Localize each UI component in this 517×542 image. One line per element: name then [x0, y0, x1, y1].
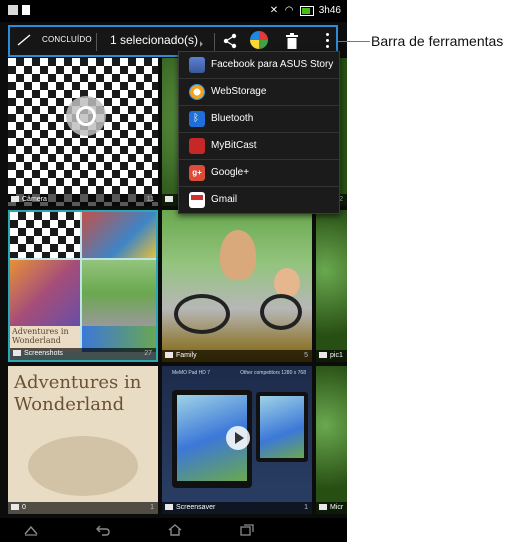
bluetooth-icon: [189, 106, 205, 132]
camera-small-icon: [11, 196, 19, 203]
folder-icon: [319, 504, 327, 511]
back-icon[interactable]: [24, 524, 38, 536]
menu-item-label: Gmail: [211, 194, 238, 205]
menu-item-label: Facebook para ASUS Story: [211, 59, 334, 70]
share-menu: Facebook para ASUS Story WebStorage Blue…: [178, 51, 340, 214]
thumbnail-caption: Adventures in Wonderland: [14, 372, 142, 415]
menu-item-label: Google+: [211, 167, 250, 178]
photo-bike-wheel: [260, 294, 302, 330]
google-plus-icon: g+: [189, 165, 205, 181]
navigation-bar: [0, 518, 347, 542]
tablet-illustration: [256, 392, 308, 462]
folder-icon: [11, 504, 19, 511]
gmail-icon: [189, 192, 205, 208]
status-time: 3h46: [318, 5, 341, 16]
folder-icon: [165, 196, 173, 203]
thumbnail-illustration: [28, 436, 138, 496]
screenshot-preview: [82, 212, 156, 258]
battery-icon: [299, 5, 314, 16]
folder-icon: [165, 352, 173, 359]
overflow-menu-icon[interactable]: [326, 33, 330, 49]
no-sim-icon: ✕: [269, 4, 279, 16]
album-thumbnail-screensaver[interactable]: MeMO Pad HD 7 Other competitors 1280 x 7…: [162, 366, 312, 514]
photo-bike-wheel: [174, 294, 230, 334]
image-notification-icon: [8, 5, 18, 15]
share-menu-item-facebook[interactable]: Facebook para ASUS Story: [179, 52, 339, 79]
folder-icon: [319, 352, 327, 359]
album-thumbnail-screenshots[interactable]: Adventures in Wonderland Screenshots 27: [8, 210, 158, 362]
album-thumbnail-family[interactable]: Family 5: [162, 210, 312, 362]
album-thumbnail-0[interactable]: Adventures in Wonderland 0 1: [8, 366, 158, 514]
done-button[interactable]: CONCLUÍDO: [42, 35, 92, 44]
share-icon[interactable]: [222, 33, 238, 49]
camera-icon: [66, 96, 106, 136]
selection-count-dropdown[interactable]: 1 selecionado(s): [110, 33, 198, 47]
callout-line: [338, 41, 370, 42]
album-label: pic1: [316, 350, 347, 362]
home-icon[interactable]: [168, 524, 182, 536]
checkmark-icon[interactable]: [17, 33, 31, 47]
menu-item-label: WebStorage: [211, 86, 267, 97]
mybitcast-icon: [189, 138, 205, 154]
screenshot-preview: [82, 260, 156, 326]
share-menu-item-webstorage[interactable]: WebStorage: [179, 79, 339, 106]
webstorage-icon: [189, 84, 205, 100]
tablet-screen: ✕ ◠ 3h46 Câmera 11 2 Adventures in Wonde…: [0, 0, 347, 542]
menu-item-label: Bluetooth: [211, 113, 254, 124]
share-menu-item-google-plus[interactable]: g+ Google+: [179, 160, 339, 187]
screenshot-preview: [10, 212, 80, 258]
thumbnail-caption: MeMO Pad HD 7: [172, 370, 211, 376]
album-label: Câmera 11: [8, 194, 158, 206]
folder-icon: [13, 350, 21, 357]
album-label: Family 5: [162, 350, 312, 362]
recent-apps-icon[interactable]: [240, 524, 254, 536]
album-thumbnail-camera[interactable]: Câmera 11: [8, 58, 158, 206]
wifi-icon: ◠: [284, 4, 294, 16]
thumbnail-caption: Other competitors 1280 x 768: [240, 370, 306, 376]
play-icon[interactable]: [226, 426, 250, 450]
divider: [214, 33, 215, 51]
share-menu-item-mybitcast[interactable]: MyBitCast: [179, 133, 339, 160]
album-thumbnail-micr[interactable]: Micr: [316, 366, 347, 514]
album-label: Screenshots 27: [10, 348, 156, 360]
share-menu-item-bluetooth[interactable]: Bluetooth: [179, 106, 339, 133]
screenshot-preview: [10, 260, 80, 326]
photo-editor-icon[interactable]: [250, 31, 268, 49]
trash-icon[interactable]: [286, 33, 298, 49]
document-notification-icon: [22, 5, 30, 15]
album-label: Micr: [316, 502, 347, 514]
album-thumbnail-pic1[interactable]: pic1: [316, 210, 347, 362]
folder-icon: [165, 504, 173, 511]
back-arrow-icon[interactable]: [96, 524, 110, 536]
status-bar: ✕ ◠ 3h46: [0, 0, 347, 22]
photo-person: [220, 230, 256, 280]
menu-item-label: MyBitCast: [211, 140, 257, 151]
callout-label: Barra de ferramentas: [371, 33, 504, 49]
album-label: Screensaver 1: [162, 502, 312, 514]
divider: [96, 33, 97, 51]
facebook-icon: [189, 57, 205, 73]
share-menu-item-gmail[interactable]: Gmail: [179, 187, 339, 213]
album-label: 0 1: [8, 502, 158, 514]
